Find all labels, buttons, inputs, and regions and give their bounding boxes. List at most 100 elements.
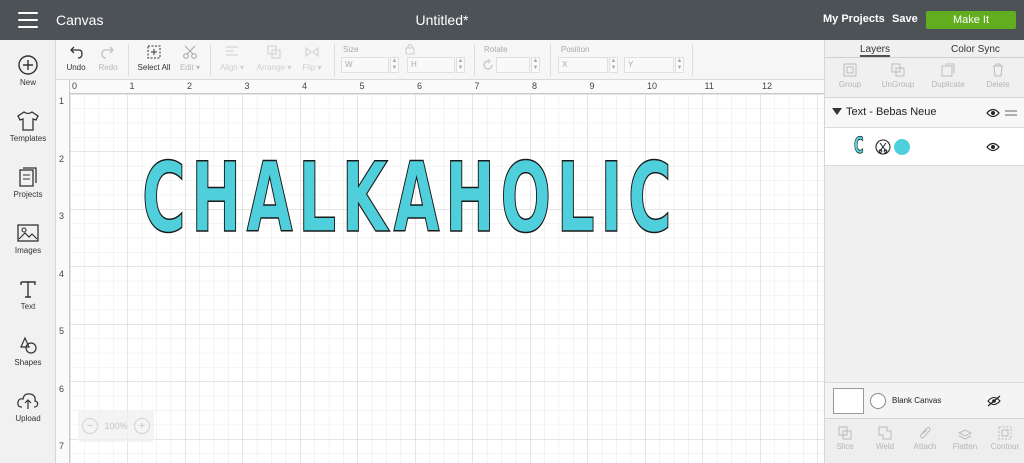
layer-item-text[interactable]: C [825,128,1024,166]
align-menu[interactable]: Align ▾ [216,44,248,72]
design-canvas[interactable]: 0 1 2 3 4 5 6 7 8 9 10 11 12 1234567 CHALKAHOLIC − 1… [56,80,824,463]
contour-button[interactable]: Contour [985,426,1024,451]
height-input[interactable]: H [407,57,455,73]
delete-button[interactable]: Delete [975,62,1021,89]
ruler-number: 0 [72,81,78,91]
sidebar-item-new[interactable]: New [0,54,56,104]
width-label: W [345,60,353,69]
width-stepper[interactable]: ▲ ▼ [390,57,399,73]
zoom-level: 100% [104,421,128,431]
sidebar-item-upload[interactable]: Upload [0,390,56,440]
upload-icon [17,393,39,409]
select-all-button[interactable]: Select All [136,44,172,72]
position-label: Position [561,45,590,54]
redo-button[interactable]: Redo [96,44,120,72]
weld-button[interactable]: Weld [865,426,905,451]
layer-tools: Group UnGroup Duplicate Delete [825,58,1024,98]
width-input[interactable]: W [341,57,389,73]
slice-button[interactable]: Slice [825,426,865,451]
delete-label: Delete [986,80,1010,89]
lock-icon[interactable] [404,43,416,55]
layer-group-name: Text - Bebas Neue [846,106,937,118]
ruler-number: 4 [302,81,308,91]
sidebar-item-shapes[interactable]: Shapes [0,334,56,384]
toolbar-divider [210,44,211,76]
blank-canvas-color[interactable] [870,393,886,409]
ruler-number: 5 [59,326,65,336]
paperclip-icon [920,426,931,439]
attach-button[interactable]: Attach [905,426,945,451]
design-text-chalkaholic[interactable]: CHALKAHOLIC [142,149,677,247]
eye-icon[interactable] [986,108,1000,118]
sidebar-item-text[interactable]: Text [0,278,56,328]
select-all-icon [147,45,161,59]
toolbar-divider [128,44,129,76]
ungroup-button[interactable]: UnGroup [875,62,921,89]
duplicate-button[interactable]: Duplicate [925,62,971,89]
flip-menu[interactable]: Flip ▾ [300,44,324,72]
layer-color-swatch[interactable] [894,139,910,155]
eye-hidden-icon[interactable] [987,395,1001,407]
ruler-number: 6 [417,81,423,91]
x-position-input[interactable]: X [558,57,608,73]
edit-label: Edit [179,63,194,72]
group-icon [843,63,857,77]
ruler-number: 9 [589,81,595,91]
group-button[interactable]: Group [827,62,873,89]
slice-icon [838,426,852,440]
ruler-number: 4 [59,268,65,279]
rotate-stepper[interactable]: ▲ ▼ [531,57,540,73]
x-position-stepper[interactable]: ▲ ▼ [609,57,618,73]
sidebar-label: Upload [15,414,41,423]
ruler-number: 1 [129,81,135,91]
flatten-button[interactable]: Flatten [945,426,985,451]
height-label: H [411,60,417,69]
drag-handle-icon[interactable] [1005,109,1017,117]
toolbar-divider [692,44,693,76]
y-position-stepper[interactable]: ▲ ▼ [675,57,684,73]
slice-label: Slice [836,442,854,451]
sidebar-item-templates[interactable]: Templates [0,110,56,160]
duplicate-icon [941,63,955,77]
zoom-control: − 100% + [78,410,154,442]
x-label: X [562,60,568,69]
ruler-number: 2 [187,81,193,91]
layer-group-text[interactable]: Text - Bebas Neue [825,98,1024,128]
blank-canvas-row: Blank Canvas [825,382,1024,418]
caret-down-icon[interactable] [832,108,842,116]
plus-circle-icon [18,55,38,75]
ungroup-label: UnGroup [881,80,915,89]
sidebar-item-projects[interactable]: Projects [0,166,56,216]
tab-color-sync[interactable]: Color Sync [951,44,1000,55]
ruler-number: 2 [59,153,65,164]
height-stepper[interactable]: ▲ ▼ [456,57,465,73]
document-title[interactable]: Untitled* [0,12,884,28]
make-it-button[interactable]: Make It [926,11,1016,29]
y-position-input[interactable]: Y [624,57,674,73]
size-label: Size [343,45,359,54]
arrange-label: Arrange [256,63,286,72]
trash-icon [993,63,1003,77]
blank-canvas-swatch[interactable] [833,388,864,414]
eye-icon[interactable] [986,142,1000,152]
cut-operation-icon[interactable] [875,139,891,155]
sidebar-label: New [19,78,36,87]
sidebar-item-images[interactable]: Images [0,222,56,272]
undo-button[interactable]: Undo [64,44,88,72]
left-sidebar: New Templates Projects Images Text Shape… [0,40,56,463]
shapes-icon [20,336,37,354]
zoom-out-button[interactable]: − [82,418,98,434]
toolbar-divider [550,44,551,76]
flip-label: Flip [302,63,316,72]
weld-icon [878,426,892,440]
tab-layers[interactable]: Layers [860,44,891,57]
y-label: Y [628,60,634,69]
save-button[interactable]: Save [892,13,918,25]
edit-menu[interactable]: Edit ▾ [176,44,204,72]
ruler-number: 1 [59,96,65,106]
sidebar-label: Images [14,246,42,255]
rotate-input[interactable] [496,57,530,73]
my-projects-link[interactable]: My Projects [823,13,885,25]
arrange-menu[interactable]: Arrange ▾ [254,44,294,72]
zoom-in-button[interactable]: + [134,418,150,434]
